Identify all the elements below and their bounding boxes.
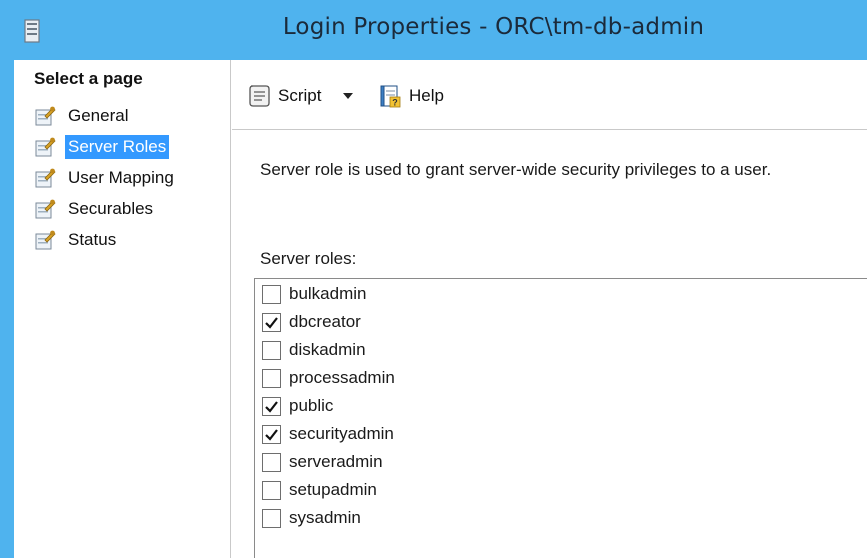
script-button[interactable]: Script — [246, 82, 321, 110]
nav-item-user-mapping[interactable]: User Mapping — [34, 162, 214, 193]
check-icon — [265, 400, 278, 413]
nav-item-general[interactable]: General — [34, 100, 214, 131]
page-list: General Server Roles User Mapping Secura… — [34, 100, 214, 255]
role-name: diskadmin — [289, 340, 366, 359]
caret-down-icon[interactable] — [341, 90, 355, 102]
role-checkbox[interactable] — [262, 396, 281, 416]
nav-item-server-roles[interactable]: Server Roles — [34, 131, 214, 162]
page-description: Server role is used to grant server-wide… — [260, 160, 772, 179]
page-wrench-icon — [35, 230, 56, 249]
role-row-setupadmin[interactable]: setupadmin — [262, 477, 377, 503]
page-wrench-icon — [35, 106, 56, 125]
page-wrench-icon — [35, 199, 56, 218]
role-row-processadmin[interactable]: processadmin — [262, 365, 395, 391]
page-selector-header: Select a page — [34, 69, 143, 88]
help-button[interactable]: ? Help — [377, 82, 444, 110]
page-wrench-icon — [35, 168, 56, 187]
role-row-bulkadmin[interactable]: bulkadmin — [262, 281, 367, 307]
app-icon — [24, 19, 40, 43]
title-bar[interactable]: Login Properties - ORC\tm-db-admin — [0, 0, 867, 60]
page-selector-pane: Select a page General Server Roles User … — [14, 60, 231, 558]
help-button-label: Help — [409, 86, 444, 105]
nav-item-securables[interactable]: Securables — [34, 193, 214, 224]
role-name: public — [289, 396, 334, 415]
role-row-diskadmin[interactable]: diskadmin — [262, 337, 366, 363]
role-name: bulkadmin — [289, 284, 367, 303]
check-icon — [265, 428, 278, 441]
nav-item-label: Securables — [68, 198, 154, 218]
window-border-left — [0, 60, 14, 558]
role-checkbox[interactable] — [262, 340, 281, 360]
role-name: dbcreator — [289, 312, 361, 331]
nav-item-label: Server Roles — [65, 134, 170, 159]
check-icon — [265, 316, 278, 329]
server-roles-list: bulkadmin dbcreator diskadmin processadm… — [254, 278, 867, 558]
nav-item-label: User Mapping — [68, 167, 174, 187]
nav-item-label: Status — [68, 229, 117, 249]
toolbar: Script ? Help — [232, 60, 867, 130]
role-checkbox[interactable] — [262, 452, 281, 472]
nav-item-label: General — [68, 105, 129, 125]
role-name: setupadmin — [289, 480, 377, 499]
window-title: Login Properties - ORC\tm-db-admin — [282, 14, 705, 40]
script-scroll-icon — [249, 85, 270, 107]
login-properties-window: Login Properties - ORC\tm-db-admin Selec… — [0, 0, 867, 558]
role-checkbox[interactable] — [262, 312, 281, 332]
role-checkbox[interactable] — [262, 424, 281, 444]
role-name: processadmin — [289, 368, 395, 387]
role-checkbox[interactable] — [262, 368, 281, 388]
page-wrench-icon — [35, 137, 56, 156]
help-book-icon: ? — [380, 85, 401, 108]
role-row-public[interactable]: public — [262, 393, 333, 419]
role-checkbox[interactable] — [262, 284, 281, 304]
role-checkbox[interactable] — [262, 480, 281, 500]
script-button-label: Script — [278, 86, 322, 105]
role-row-dbcreator[interactable]: dbcreator — [262, 309, 361, 335]
svg-text:?: ? — [392, 98, 398, 108]
role-row-securityadmin[interactable]: securityadmin — [262, 421, 394, 447]
role-name: serveradmin — [289, 452, 383, 471]
nav-item-status[interactable]: Status — [34, 224, 214, 255]
role-row-serveradmin[interactable]: serveradmin — [262, 449, 383, 475]
role-name: securityadmin — [289, 424, 394, 443]
server-roles-label: Server roles: — [260, 249, 357, 268]
role-checkbox[interactable] — [262, 508, 281, 528]
role-name: sysadmin — [289, 508, 361, 527]
server-roles-page: Script ? Help Server role is used to gra… — [232, 60, 867, 558]
role-row-sysadmin[interactable]: sysadmin — [262, 505, 361, 531]
